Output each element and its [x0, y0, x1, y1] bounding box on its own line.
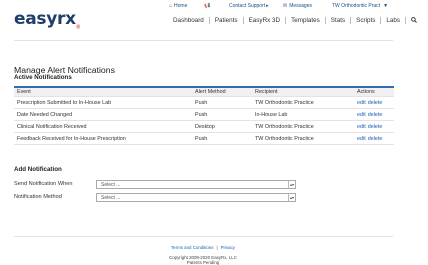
- notifications-table: Event Alert Method Recipient Actions Pre…: [14, 86, 394, 145]
- table-row: Prescription Submitted to In-House Lab P…: [14, 96, 394, 109]
- column-header-event: Event: [14, 86, 192, 97]
- delete-link[interactable]: delete: [368, 136, 383, 142]
- event-cell: Prescription Submitted to In-House Lab: [14, 96, 192, 109]
- nav-easyrx-3d[interactable]: EasyRx 3D: [249, 17, 281, 24]
- alert-method-cell: Push: [192, 108, 252, 121]
- recipient-cell: In-House Lab: [252, 108, 354, 121]
- nav-labs[interactable]: Labs: [386, 17, 400, 24]
- delete-link[interactable]: delete: [368, 112, 383, 118]
- select-arrow-icon: ▴▾: [288, 181, 294, 188]
- recipient-cell: TW Orthodontic Practice: [252, 132, 354, 145]
- column-header-alert-method: Alert Method: [192, 86, 252, 97]
- notification-method-select[interactable]: Select ... ▴▾: [96, 193, 296, 202]
- delete-link[interactable]: delete: [368, 124, 383, 130]
- table-row: Clinical Notification Received Desktop T…: [14, 120, 394, 133]
- recipient-cell: TW Orthodontic Practice: [252, 120, 354, 133]
- active-notifications-heading: Active Notifications: [14, 74, 72, 81]
- nav-dashboard[interactable]: Dashboard: [173, 17, 204, 24]
- send-notification-value: Select ...: [101, 181, 121, 188]
- send-notification-select[interactable]: Select ... ▴▾: [96, 180, 296, 189]
- contact-support-link[interactable]: Contact Support ▸: [229, 2, 271, 10]
- search-icon[interactable]: [411, 17, 417, 23]
- edit-link[interactable]: edit: [357, 112, 366, 118]
- edit-link[interactable]: edit: [357, 100, 366, 106]
- actions-cell: edit delete: [354, 108, 394, 121]
- logo-text: easyrx: [14, 9, 76, 29]
- header-divider: [14, 40, 393, 41]
- easyrx-logo[interactable]: easyrx®: [14, 9, 81, 31]
- caret-right-icon: ▸: [266, 3, 269, 9]
- megaphone-icon[interactable]: 📢: [204, 2, 210, 10]
- alert-method-cell: Desktop: [192, 120, 252, 133]
- actions-cell: edit delete: [354, 132, 394, 145]
- nav-divider: [285, 16, 287, 24]
- footer-separator: |: [216, 245, 218, 250]
- delete-link[interactable]: delete: [368, 100, 383, 106]
- event-cell: Clinical Notification Received: [14, 120, 192, 133]
- patents-text: Patents Pending: [186, 260, 220, 265]
- event-cell: Date Needed Changed: [14, 108, 192, 121]
- nav-divider: [324, 16, 326, 24]
- home-label: Home: [174, 3, 188, 9]
- edit-link[interactable]: edit: [357, 124, 366, 130]
- nav-patients[interactable]: Patients: [215, 17, 238, 24]
- nav-divider: [208, 16, 210, 24]
- event-cell: Feedback Received for In-House Prescript…: [14, 132, 192, 145]
- practice-dropdown[interactable]: TW Orthodontic Pract ▼: [332, 2, 390, 10]
- terms-link[interactable]: Terms and Conditions: [171, 245, 213, 250]
- nav-divider: [380, 16, 382, 24]
- select-arrow-icon: ▴▾: [288, 194, 294, 201]
- actions-cell: edit delete: [354, 120, 394, 133]
- home-icon: ⌂: [169, 3, 173, 9]
- column-header-actions: Actions: [354, 86, 394, 97]
- nav-divider: [405, 16, 407, 24]
- table-row: Date Needed Changed Push In-House Lab ed…: [14, 108, 394, 121]
- notification-method-value: Select ...: [101, 194, 121, 201]
- logo-registered-mark: ®: [75, 24, 81, 31]
- envelope-icon: ✉: [283, 3, 288, 9]
- messages-label: Messages: [289, 3, 312, 9]
- nav-divider: [350, 16, 352, 24]
- nav-stats[interactable]: Stats: [331, 17, 345, 24]
- recipient-cell: TW Orthodontic Practice: [252, 96, 354, 109]
- alert-method-cell: Push: [192, 96, 252, 109]
- send-notification-label: Send Notification When: [14, 181, 73, 187]
- messages-link[interactable]: ✉ Messages: [283, 2, 312, 10]
- footer-links: Terms and Conditions | Privacy: [0, 245, 406, 250]
- contact-support-label: Contact Support: [229, 3, 266, 9]
- add-notification-heading: Add Notification: [14, 166, 62, 173]
- notification-method-label: Notification Method: [14, 194, 62, 200]
- nav-scripts[interactable]: Scripts: [356, 17, 375, 24]
- footer-divider: [14, 236, 393, 237]
- alert-method-cell: Push: [192, 132, 252, 145]
- actions-cell: edit delete: [354, 96, 394, 109]
- practice-label: TW Orthodontic Pract: [332, 3, 381, 9]
- nav-divider: [242, 16, 244, 24]
- nav-templates[interactable]: Templates: [291, 17, 320, 24]
- edit-link[interactable]: edit: [357, 136, 366, 142]
- privacy-link[interactable]: Privacy: [221, 245, 235, 250]
- main-nav: Dashboard Patients EasyRx 3D Templates S…: [173, 16, 417, 24]
- table-header-row: Event Alert Method Recipient Actions: [14, 86, 394, 97]
- column-header-recipient: Recipient: [252, 86, 354, 97]
- chevron-down-icon: ▼: [383, 3, 389, 9]
- home-link[interactable]: ⌂ Home: [169, 2, 187, 10]
- table-row: Feedback Received for In-House Prescript…: [14, 132, 394, 145]
